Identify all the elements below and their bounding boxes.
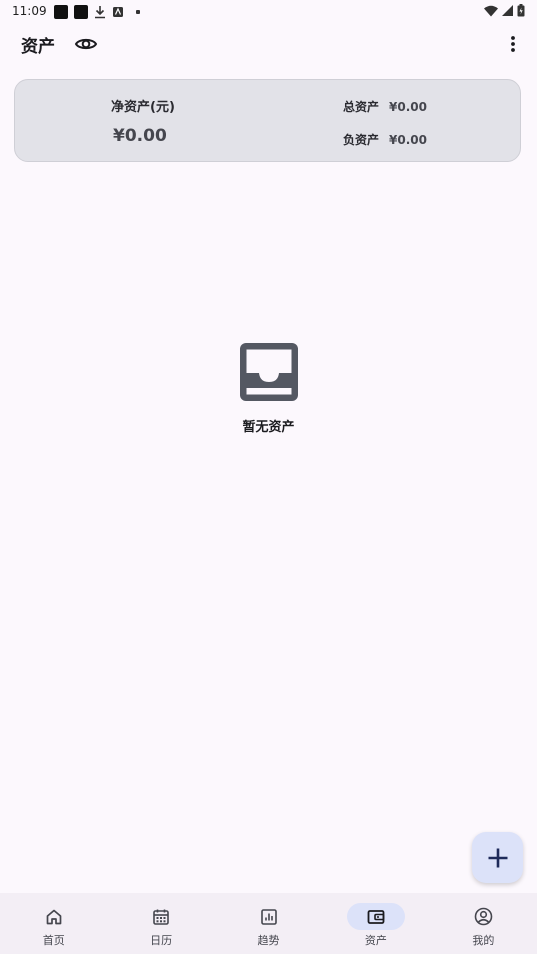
- notification-app-icon: [54, 5, 68, 19]
- app-bar: 资产: [0, 24, 537, 64]
- status-notification-icons: [54, 5, 140, 19]
- nav-item-home[interactable]: 首页: [0, 893, 107, 954]
- nav-label: 资产: [364, 934, 387, 947]
- plus-icon: [488, 848, 507, 867]
- home-icon: [46, 909, 62, 924]
- status-time: 11:09: [12, 4, 47, 18]
- chart-icon: [260, 908, 277, 925]
- empty-state-text: 暂无资产: [242, 420, 295, 435]
- nav-item-assets[interactable]: 资产: [322, 893, 429, 954]
- net-assets-value: ¥0.00: [113, 126, 167, 146]
- total-assets-row: 总资产 ¥0.00: [343, 98, 427, 115]
- empty-state: 暂无资产: [0, 340, 537, 435]
- nav-item-me[interactable]: 我的: [430, 893, 537, 954]
- liabilities-label: 负资产: [343, 133, 380, 147]
- bottom-navigation: 首页 日历 趋势 资产 我的: [0, 893, 537, 954]
- signal-icon: [502, 5, 513, 16]
- inbox-icon: [239, 343, 298, 401]
- notification-dot-icon: [136, 10, 140, 14]
- nav-item-trends[interactable]: 趋势: [215, 893, 322, 954]
- net-assets-label: 净资产(元): [111, 100, 175, 115]
- nav-label: 我的: [472, 934, 495, 947]
- status-system-icons: [484, 4, 525, 17]
- liabilities-row: 负资产 ¥0.00: [343, 131, 427, 148]
- wallet-icon: [367, 909, 385, 924]
- more-vert-icon: [511, 36, 515, 52]
- app-store-icon: [113, 7, 123, 17]
- liabilities-value: ¥0.00: [389, 133, 427, 147]
- status-bar: 11:09: [0, 0, 537, 24]
- nav-item-calendar[interactable]: 日历: [107, 893, 214, 954]
- battery-icon: [517, 4, 525, 17]
- download-icon: [95, 6, 105, 19]
- nav-label: 首页: [42, 934, 65, 947]
- toggle-visibility-button[interactable]: [74, 32, 98, 56]
- calendar-icon: [153, 909, 169, 925]
- total-assets-value: ¥0.00: [389, 100, 427, 114]
- more-options-button[interactable]: [501, 32, 525, 56]
- account-icon: [474, 907, 493, 926]
- total-assets-label: 总资产: [343, 100, 380, 114]
- notification-app-icon: [74, 5, 88, 19]
- eye-icon: [74, 38, 98, 50]
- add-asset-button[interactable]: [472, 832, 523, 883]
- page-title: 资产: [21, 37, 55, 57]
- nav-label: 趋势: [257, 934, 280, 947]
- nav-active-indicator: [346, 903, 405, 930]
- asset-summary-card: 净资产(元) ¥0.00 总资产 ¥0.00 负资产 ¥0.00: [14, 79, 521, 162]
- nav-label: 日历: [150, 934, 173, 947]
- wifi-icon: [484, 5, 498, 16]
